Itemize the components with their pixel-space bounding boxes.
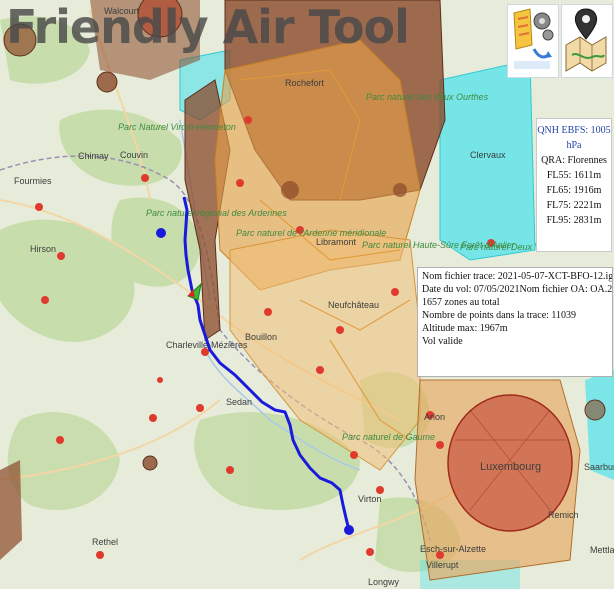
flight-level-row: FL55: 1611m xyxy=(546,170,602,181)
svg-text:Neufchâteau: Neufchâteau xyxy=(328,300,379,310)
track-file-name: Nom fichier trace: 2021-05-07-XCT-BFO-12… xyxy=(422,271,613,282)
flight-validity: Vol valide xyxy=(422,336,463,347)
track-end-icon xyxy=(344,525,354,535)
svg-text:Luxembourg: Luxembourg xyxy=(480,461,541,473)
svg-text:Libramont: Libramont xyxy=(316,237,357,247)
svg-text:Sedan: Sedan xyxy=(226,397,252,407)
svg-text:Couvin: Couvin xyxy=(120,150,148,160)
svg-text:Rethel: Rethel xyxy=(92,537,118,547)
svg-text:Hirson: Hirson xyxy=(30,244,56,254)
svg-text:Parc Naturel Viroin-Hermeton: Parc Naturel Viroin-Hermeton xyxy=(118,122,236,132)
svg-text:Remich: Remich xyxy=(548,510,579,520)
zone-count: 1657 zones au total xyxy=(422,297,500,308)
airspace-cyan-east xyxy=(439,59,536,261)
svg-text:Saarburg: Saarburg xyxy=(584,462,614,472)
svg-text:Mettlach: Mettlach xyxy=(590,545,614,555)
airspace-tool-button[interactable] xyxy=(561,4,613,78)
svg-text:Virton: Virton xyxy=(358,494,381,504)
svg-text:Clervaux: Clervaux xyxy=(470,150,506,160)
folded-map-pin-icon xyxy=(565,8,607,72)
flight-info-panel: Nom fichier trace: 2021-05-07-XCT-BFO-12… xyxy=(417,267,613,377)
weather-panel: QNH EBFS: 1005 hPa QRA: Florennes FL55: … xyxy=(536,118,612,252)
svg-text:Arlon: Arlon xyxy=(424,412,445,422)
qnh-value: QNH EBFS: 1005 hPa xyxy=(537,125,611,151)
convert-tool-button[interactable] xyxy=(507,4,559,78)
app-title: Friendly Air Tool xyxy=(6,0,410,54)
flight-level-row: FL75: 2221m xyxy=(546,200,602,211)
svg-text:Fourmies: Fourmies xyxy=(14,176,52,186)
svg-text:Chimay: Chimay xyxy=(78,151,109,161)
svg-text:Villerupt: Villerupt xyxy=(426,560,459,570)
svg-text:Esch-sur-Alzette: Esch-sur-Alzette xyxy=(420,544,486,554)
svg-text:Bouillon: Bouillon xyxy=(245,332,277,342)
svg-text:Parc naturel des deux Ourthes: Parc naturel des deux Ourthes xyxy=(366,92,489,102)
svg-text:Longwy: Longwy xyxy=(368,577,400,587)
flight-date-and-oa-file: Date du vol: 07/05/2021Nom fichier OA: O… xyxy=(422,284,613,295)
map-export-icon xyxy=(513,8,554,69)
flight-level-row: FL65: 1916m xyxy=(546,185,602,196)
flight-level-row: FL95: 2831m xyxy=(546,215,602,226)
track-start-icon xyxy=(156,228,166,238)
qra-value: QRA: Florennes xyxy=(541,155,607,166)
track-point-count: Nombre de points dans la trace: 11039 xyxy=(422,310,577,321)
svg-text:Rochefort: Rochefort xyxy=(285,78,325,88)
svg-text:Parc naturel de Gaume: Parc naturel de Gaume xyxy=(342,432,435,442)
max-altitude: Altitude max: 1967m xyxy=(422,323,508,334)
svg-text:Parc naturel régional des Arde: Parc naturel régional des Ardennes xyxy=(146,208,287,218)
svg-text:Parc naturel de l'Ardenne méri: Parc naturel de l'Ardenne méridionale xyxy=(236,228,386,238)
